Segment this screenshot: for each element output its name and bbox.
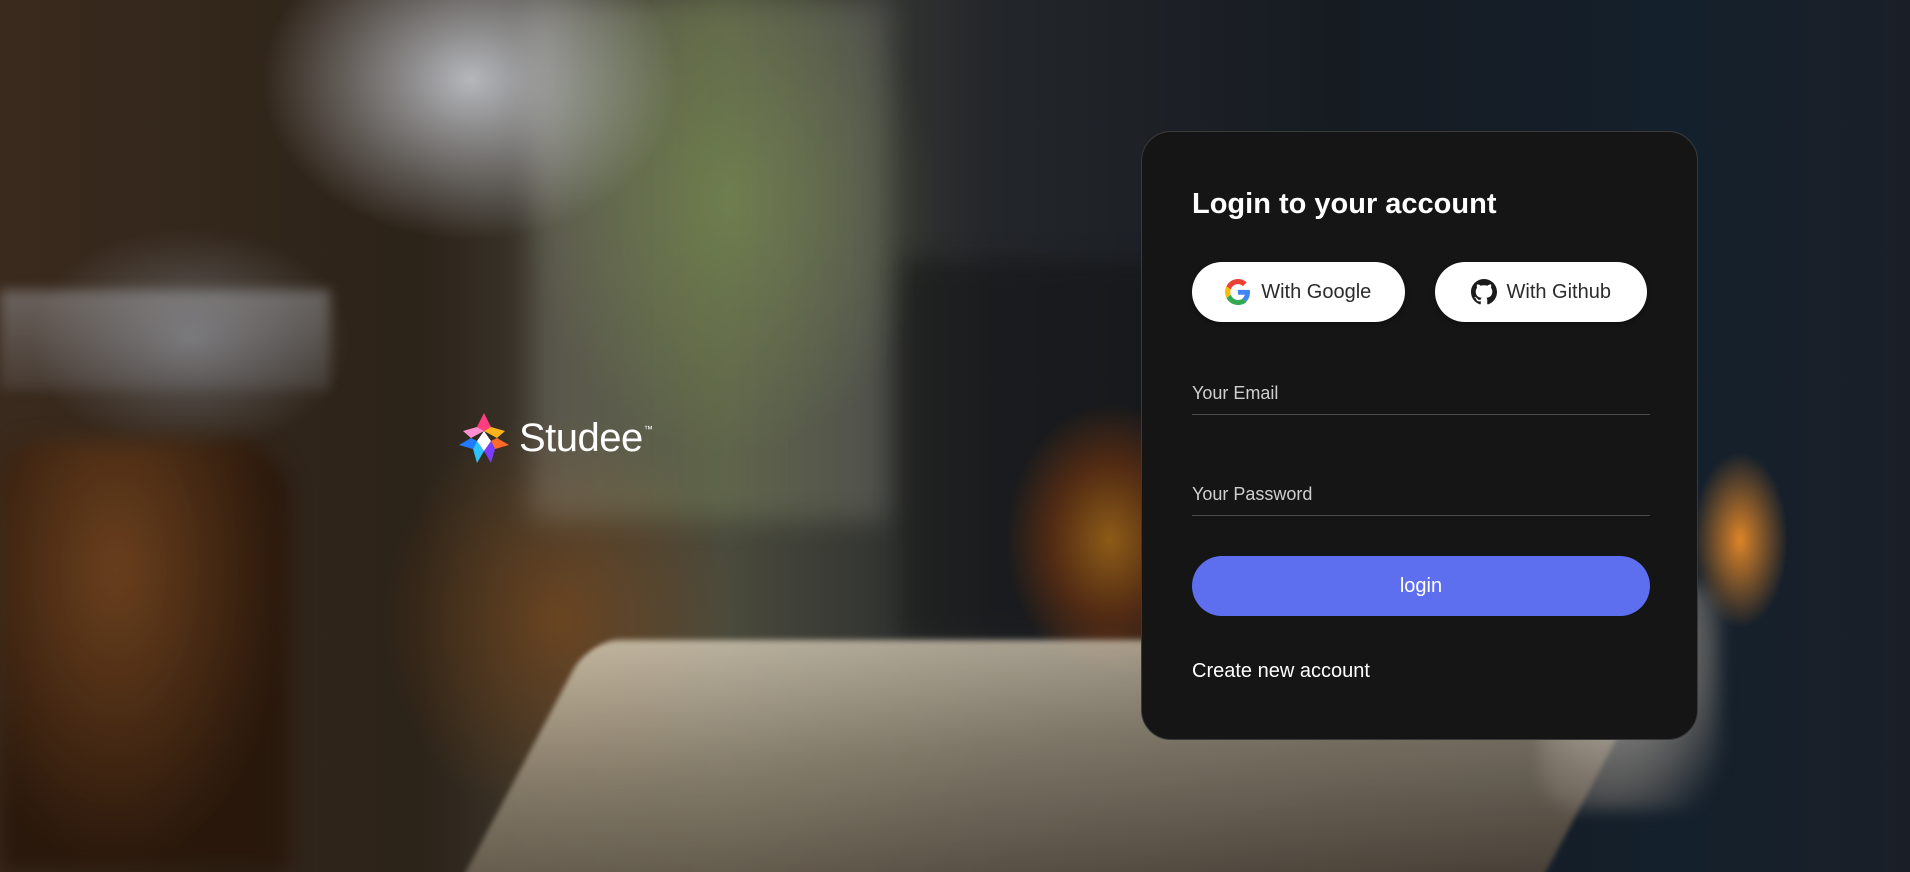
brand-name: Studee	[519, 415, 643, 460]
password-field-wrapper	[1192, 475, 1650, 516]
background-armchair	[0, 440, 290, 872]
login-page: Studee ™ Login to your account With Goog…	[0, 0, 1910, 872]
login-button[interactable]: login	[1192, 556, 1650, 616]
brand-logo: Studee ™	[457, 410, 653, 466]
github-icon	[1470, 279, 1497, 305]
create-account-link[interactable]: Create new account	[1192, 660, 1370, 683]
github-login-button[interactable]: With Github	[1434, 262, 1647, 322]
github-button-label: With Github	[1506, 280, 1611, 303]
google-button-label: With Google	[1261, 280, 1372, 303]
login-title: Login to your account	[1192, 188, 1497, 220]
password-field[interactable]	[1192, 475, 1650, 513]
brand-trademark: ™	[643, 424, 653, 434]
google-icon	[1225, 279, 1251, 305]
oauth-buttons: With Google With Github	[1192, 262, 1647, 322]
studee-logo-icon	[459, 413, 509, 463]
google-login-button[interactable]: With Google	[1192, 262, 1405, 322]
login-card: Login to your account With Google With G…	[1141, 131, 1698, 740]
email-field[interactable]	[1192, 374, 1650, 412]
email-field-wrapper	[1192, 374, 1650, 415]
background-window	[0, 290, 330, 390]
